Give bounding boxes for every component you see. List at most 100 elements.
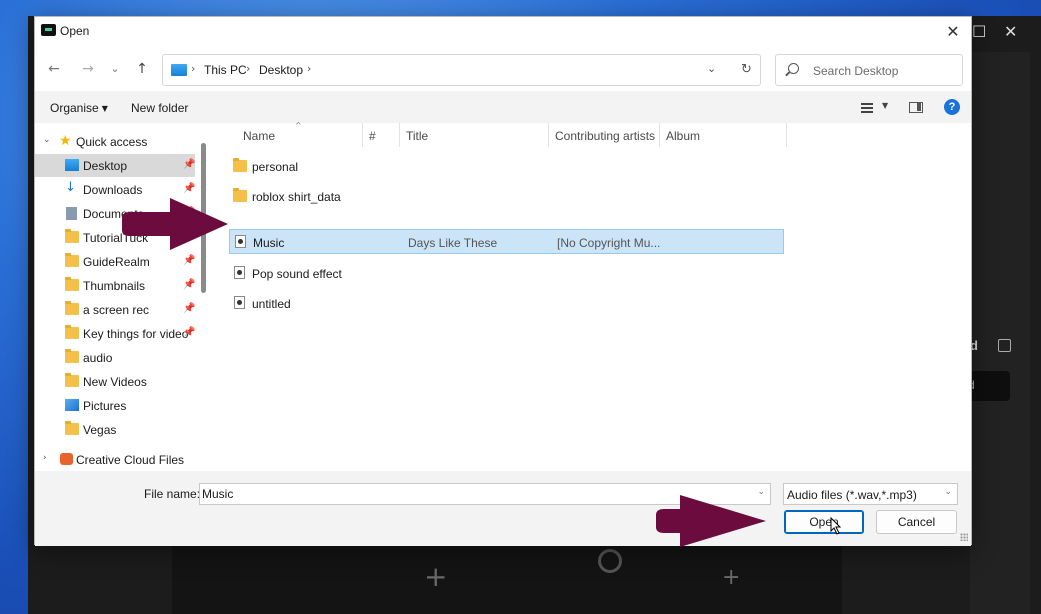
sidebar-item-key-things-for-video[interactable]: Key things for video 📌	[35, 322, 195, 345]
search-icon	[788, 63, 799, 74]
column-header-number[interactable]: #	[369, 129, 376, 143]
forward-arrow-icon[interactable]: →	[78, 59, 98, 79]
file-row-roblox-shirt-data[interactable]: roblox shirt_data	[229, 184, 784, 209]
refresh-icon[interactable]: ↻	[741, 62, 752, 77]
pin-icon[interactable]: 📌	[183, 159, 195, 170]
file-title: Days Like These	[408, 236, 498, 250]
chevron-down-icon[interactable]: ⌄	[43, 135, 51, 145]
pin-icon[interactable]: 📌	[183, 279, 195, 290]
navigation-bar: ← → ⌄ ↑ › This PC › Desktop › ⌄ ↻ Search…	[35, 47, 971, 91]
column-header-name[interactable]: Name	[243, 129, 275, 143]
folder-icon	[65, 373, 79, 387]
file-row-personal[interactable]: personal	[229, 154, 784, 179]
column-header-album[interactable]: Album	[666, 129, 700, 143]
column-divider[interactable]	[659, 123, 660, 147]
column-header-title[interactable]: Title	[406, 129, 428, 143]
pin-icon[interactable]: 📌	[183, 303, 195, 314]
column-divider[interactable]	[786, 123, 787, 147]
column-divider[interactable]	[362, 123, 363, 147]
new-folder-button[interactable]: New folder	[131, 101, 188, 115]
folder-icon	[65, 301, 79, 315]
sidebar-item-label: Quick access	[76, 135, 148, 149]
sidebar-item-quick-access[interactable]: ⌄ ★ Quick access	[35, 130, 195, 153]
file-name: roblox shirt_data	[252, 190, 341, 204]
folder-icon	[65, 229, 79, 243]
background-maximize-icon[interactable]: ☐	[972, 22, 986, 41]
document-icon	[66, 207, 77, 220]
organise-button[interactable]: Organise ▼	[50, 101, 108, 115]
file-row-pop-sound-effect[interactable]: Pop sound effect	[229, 261, 784, 286]
sort-ascending-icon: ^	[295, 121, 302, 130]
column-divider[interactable]	[548, 123, 549, 147]
breadcrumb-desktop[interactable]: Desktop	[259, 63, 303, 77]
breadcrumb-separator[interactable]: ›	[191, 62, 195, 75]
audio-file-icon	[234, 296, 245, 309]
background-edit-icon[interactable]	[998, 339, 1011, 352]
address-bar[interactable]: › This PC › Desktop › ⌄ ↻	[162, 54, 761, 86]
chevron-down-icon: ▼	[101, 104, 108, 113]
column-divider[interactable]	[399, 123, 400, 147]
sidebar-item-guiderealm[interactable]: GuideRealm 📌	[35, 250, 195, 273]
back-arrow-icon[interactable]: ←	[44, 59, 64, 79]
sidebar-item-pictures[interactable]: Pictures	[35, 394, 195, 417]
folder-icon	[65, 349, 79, 363]
view-options-icon[interactable]	[861, 103, 873, 113]
file-row-music[interactable]: Music Days Like These [No Copyright Mu..…	[229, 229, 784, 254]
sidebar-item-label: GuideRealm	[83, 255, 150, 269]
sidebar-item-creative-cloud[interactable]: › Creative Cloud Files	[35, 448, 195, 471]
sidebar-item-label: Creative Cloud Files	[76, 453, 185, 467]
chevron-down-icon[interactable]: ▼	[882, 101, 888, 110]
file-type-value: Audio files (*.wav,*.mp3)	[787, 488, 917, 502]
sidebar-item-new-videos[interactable]: New Videos	[35, 370, 195, 393]
background-close-icon[interactable]: ✕	[1004, 22, 1017, 41]
sidebar-item-label: Thumbnails	[83, 279, 146, 293]
sidebar-item-desktop[interactable]: Desktop 📌	[35, 154, 195, 177]
file-name-label: File name:	[144, 487, 201, 501]
file-type-select[interactable]: Audio files (*.wav,*.mp3) ⌄	[783, 483, 958, 505]
pin-icon[interactable]: 📌	[183, 327, 195, 338]
folder-icon	[65, 421, 79, 435]
title-bar: Open ✕	[35, 17, 971, 47]
chevron-right-icon[interactable]: ›	[43, 453, 47, 463]
cancel-button[interactable]: Cancel	[876, 510, 957, 534]
open-file-dialog: Open ✕ ← → ⌄ ↑ › This PC › Desktop › ⌄ ↻…	[34, 16, 972, 546]
open-button[interactable]: Open	[784, 510, 864, 534]
help-icon[interactable]: ?	[944, 99, 960, 115]
dialog-title: Open	[60, 24, 90, 38]
file-name: Pop sound effect	[252, 267, 342, 281]
folder-icon	[65, 253, 79, 267]
star-icon: ★	[59, 133, 72, 149]
breadcrumb-separator[interactable]: ›	[246, 62, 250, 75]
close-icon[interactable]: ✕	[941, 21, 965, 43]
up-arrow-icon[interactable]: ↑	[132, 59, 152, 79]
file-contributing-artists: [No Copyright Mu...	[557, 236, 661, 250]
sidebar-item-label: a screen rec	[83, 303, 150, 317]
preview-pane-icon[interactable]	[909, 102, 923, 113]
file-name: untitled	[252, 297, 291, 311]
mouse-cursor-icon	[830, 517, 842, 535]
pin-icon[interactable]: 📌	[183, 183, 195, 194]
background-app-side-panel	[970, 52, 1030, 614]
search-box[interactable]: Search Desktop	[775, 54, 963, 86]
chevron-down-icon[interactable]: ⌄	[944, 487, 952, 497]
recent-locations-icon[interactable]: ⌄	[105, 59, 125, 79]
audio-file-icon	[234, 266, 245, 279]
pin-icon[interactable]: 📌	[183, 255, 195, 266]
search-placeholder: Search Desktop	[813, 64, 899, 78]
address-dropdown-icon[interactable]: ⌄	[707, 62, 716, 75]
sidebar-item-vegas[interactable]: Vegas	[35, 418, 195, 441]
breadcrumb-this-pc[interactable]: This PC	[204, 63, 247, 77]
column-header-contributing-artists[interactable]: Contributing artists	[555, 129, 655, 143]
sidebar-item-thumbnails[interactable]: Thumbnails 📌	[35, 274, 195, 297]
sidebar-item-audio[interactable]: audio	[35, 346, 195, 369]
file-list: ^ Name # Title Contributing artists Albu…	[211, 121, 971, 471]
breadcrumb-separator[interactable]: ›	[307, 62, 311, 75]
resize-grip-icon[interactable]	[960, 533, 968, 541]
file-row-untitled[interactable]: untitled	[229, 291, 784, 316]
annotation-arrow-music	[122, 198, 228, 250]
folder-icon	[233, 188, 247, 202]
this-pc-icon	[171, 64, 187, 76]
folder-icon	[65, 277, 79, 291]
download-icon: ↓	[65, 180, 76, 195]
sidebar-item-a-screen-rec[interactable]: a screen rec 📌	[35, 298, 195, 321]
